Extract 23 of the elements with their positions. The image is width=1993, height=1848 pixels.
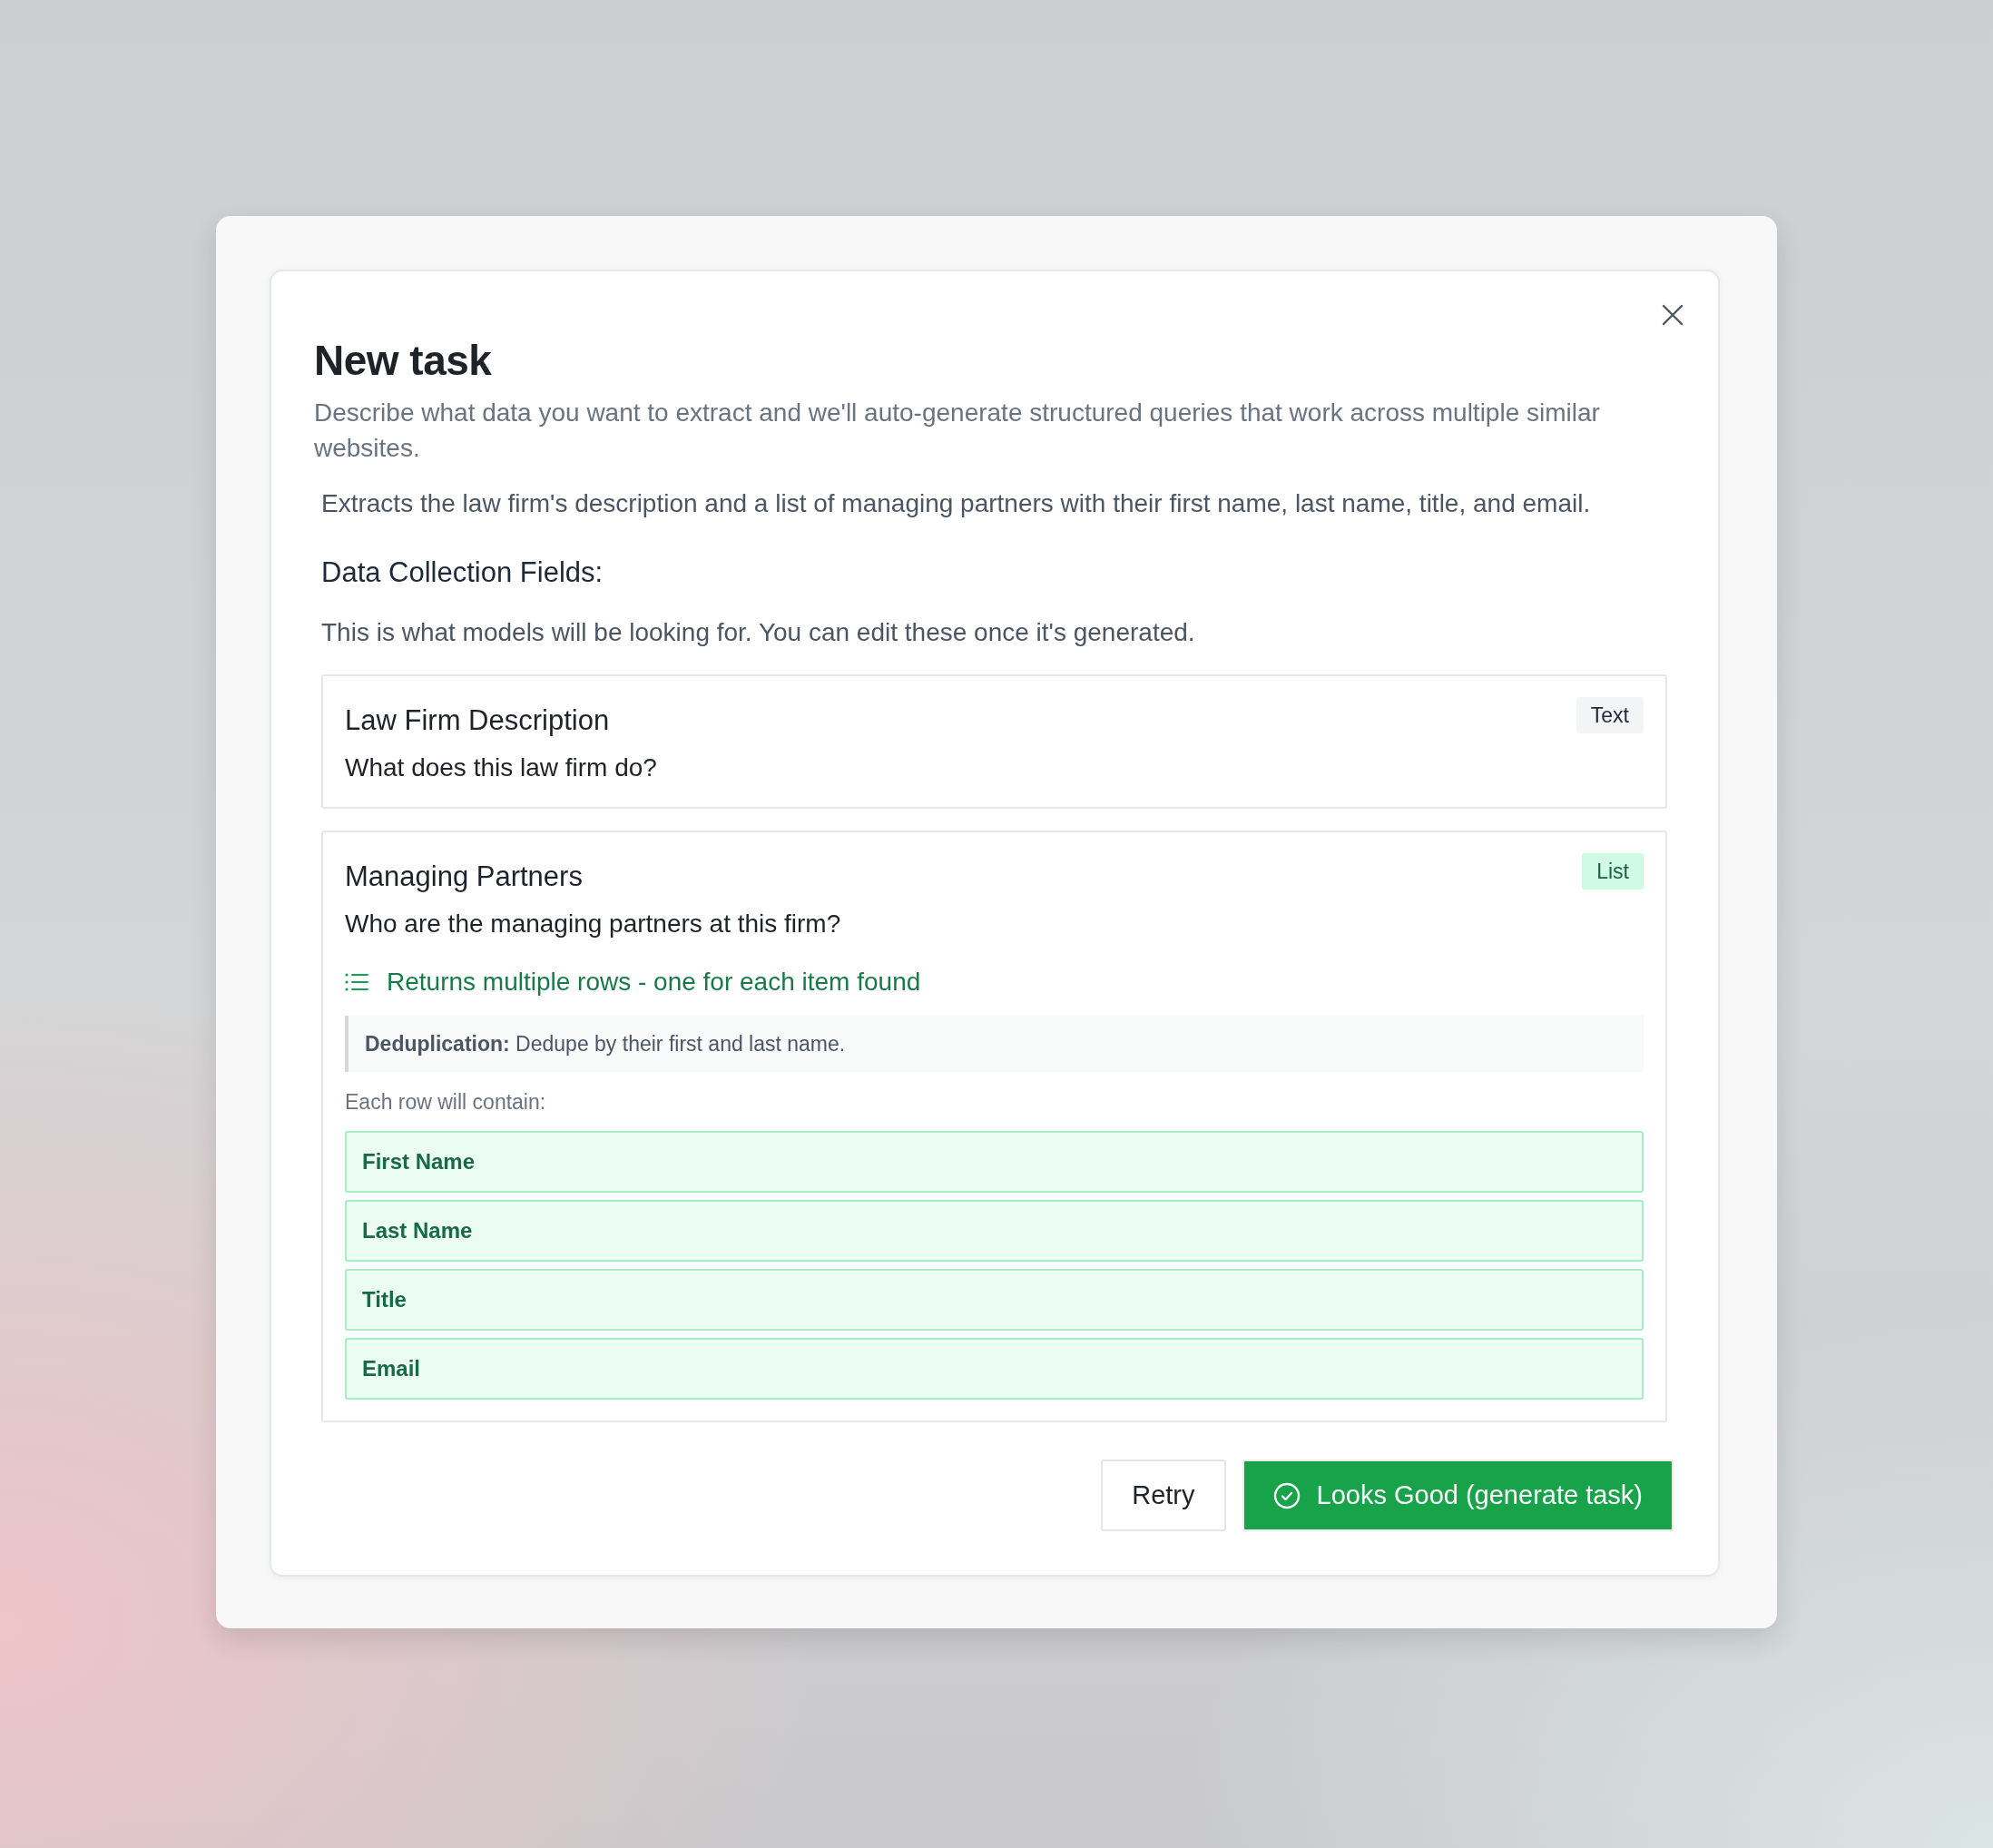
field-question: Who are the managing partners at this firm? xyxy=(345,909,841,939)
field-name: Law Firm Description xyxy=(345,703,611,738)
type-badge: List xyxy=(1582,853,1644,890)
type-badge: Text xyxy=(1576,697,1644,733)
row-caption: Each row will contain: xyxy=(345,1089,547,1116)
dialog-title: New task xyxy=(314,336,492,386)
field-name: Managing Partners xyxy=(345,860,584,894)
dialog-subtitle: Describe what data you want to extract and we'll auto-generate structured queries that work across multiple similar websites. xyxy=(314,398,1601,464)
close-button[interactable] xyxy=(1662,304,1684,326)
row-field-item: First Name xyxy=(345,1131,1644,1193)
close-icon xyxy=(1662,304,1684,326)
section-note: This is what models will be looking for. You can edit these once it's generated. xyxy=(321,617,1196,648)
section-heading: Data Collection Fields: xyxy=(321,555,604,590)
returns-note: Returns multiple rows - one for each item found xyxy=(387,967,921,998)
list-icon xyxy=(345,973,368,991)
row-field-item: Email xyxy=(345,1338,1644,1400)
field-question: What does this law firm do? xyxy=(345,752,657,783)
row-field-item: Title xyxy=(345,1269,1644,1331)
check-circle-icon xyxy=(1272,1481,1301,1509)
action-button[interactable]: Retry xyxy=(1101,1460,1226,1531)
row-field-item: Last Name xyxy=(345,1200,1644,1262)
task-summary: Extracts the law firm's description and a list of managing partners with their first name, last name, title, and email. xyxy=(321,488,1592,519)
deduplication-note: Deduplication: Dedupe by their first and last name. xyxy=(345,1016,1644,1072)
